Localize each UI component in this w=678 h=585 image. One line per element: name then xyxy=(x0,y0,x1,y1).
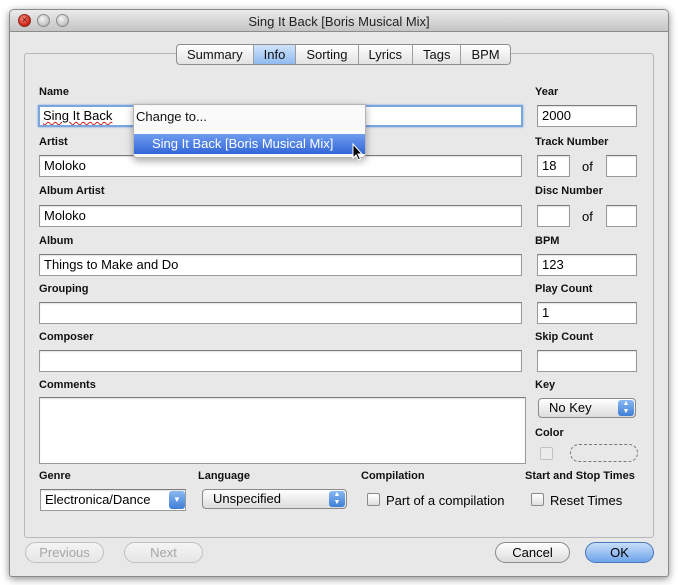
play-count-label: Play Count xyxy=(535,283,593,295)
compilation-label: Compilation xyxy=(361,470,425,482)
reset-times-checkbox[interactable] xyxy=(531,493,544,506)
compilation-checkbox-label: Part of a compilation xyxy=(386,493,505,508)
composer-field[interactable] xyxy=(39,350,522,372)
skip-count-field[interactable] xyxy=(537,350,637,372)
name-value: Sing It Back xyxy=(43,108,113,123)
chevron-down-icon: ▼ xyxy=(173,495,181,504)
color-label: Color xyxy=(535,427,564,439)
comments-field[interactable] xyxy=(39,397,526,464)
previous-button[interactable]: Previous xyxy=(25,542,104,563)
disc-total-field[interactable] xyxy=(606,205,637,227)
genre-dropdown-button[interactable]: ▼ xyxy=(169,491,185,509)
color-well[interactable] xyxy=(570,444,638,462)
bpm-field[interactable]: 123 xyxy=(537,254,637,276)
updown-arrows-icon: ▲ ▼ xyxy=(329,491,345,507)
disc-of-label: of xyxy=(582,209,593,224)
start-stop-label: Start and Stop Times xyxy=(525,470,635,482)
mouse-pointer-icon xyxy=(352,143,364,161)
color-checkbox[interactable] xyxy=(540,447,553,460)
ok-button[interactable]: OK xyxy=(585,542,654,563)
tab-tags[interactable]: Tags xyxy=(413,45,462,64)
name-label: Name xyxy=(39,86,69,98)
next-button[interactable]: Next xyxy=(124,542,203,563)
album-artist-label: Album Artist xyxy=(39,185,105,197)
key-popup[interactable]: No Key ▲ ▼ xyxy=(538,398,636,418)
language-label: Language xyxy=(198,470,250,482)
menu-header: Change to... xyxy=(136,109,207,124)
composer-label: Composer xyxy=(39,331,94,343)
tab-bar: Summary Info Sorting Lyrics Tags BPM xyxy=(176,44,511,65)
album-field[interactable]: Things to Make and Do xyxy=(39,254,522,276)
grouping-label: Grouping xyxy=(39,283,89,295)
artist-label: Artist xyxy=(39,136,68,148)
key-value: No Key xyxy=(549,400,592,415)
skip-count-label: Skip Count xyxy=(535,331,594,343)
compilation-checkbox[interactable] xyxy=(367,493,380,506)
tab-info[interactable]: Info xyxy=(253,45,297,64)
track-number-label: Track Number xyxy=(535,136,609,148)
language-popup[interactable]: Unspecified ▲ ▼ xyxy=(202,489,347,509)
tab-lyrics[interactable]: Lyrics xyxy=(359,45,413,64)
grouping-field[interactable] xyxy=(39,302,522,324)
tab-summary[interactable]: Summary xyxy=(177,45,254,64)
disc-number-field[interactable] xyxy=(537,205,570,227)
artist-field[interactable]: Moloko xyxy=(39,155,522,177)
genre-combo[interactable]: Electronica/Dance xyxy=(40,489,186,511)
track-number-field[interactable]: 18 xyxy=(537,155,570,177)
key-label: Key xyxy=(535,379,556,391)
autocomplete-menu: Change to... Sing It Back [Boris Musical… xyxy=(133,104,366,158)
window-title: Sing It Back [Boris Musical Mix] xyxy=(248,14,430,29)
cancel-button[interactable]: Cancel xyxy=(495,542,570,563)
updown-arrows-icon: ▲ ▼ xyxy=(618,400,634,416)
language-value: Unspecified xyxy=(213,491,281,506)
year-field[interactable]: 2000 xyxy=(537,105,637,127)
track-of-label: of xyxy=(582,159,593,174)
reset-times-label: Reset Times xyxy=(550,493,623,508)
album-label: Album xyxy=(39,235,74,247)
album-artist-field[interactable]: Moloko xyxy=(39,205,522,227)
play-count-field[interactable]: 1 xyxy=(537,302,637,324)
year-label: Year xyxy=(535,86,559,98)
genre-label: Genre xyxy=(39,470,71,482)
title-bar[interactable]: × Sing It Back [Boris Musical Mix] xyxy=(10,10,668,32)
tab-sorting[interactable]: Sorting xyxy=(296,45,359,64)
comments-label: Comments xyxy=(39,379,96,391)
menu-item-suggestion[interactable]: Sing It Back [Boris Musical Mix] xyxy=(134,134,365,154)
genre-value: Electronica/Dance xyxy=(45,492,151,507)
tab-bpm[interactable]: BPM xyxy=(461,45,509,64)
disc-number-label: Disc Number xyxy=(535,185,603,197)
bpm-label: BPM xyxy=(535,235,560,247)
track-total-field[interactable] xyxy=(606,155,637,177)
